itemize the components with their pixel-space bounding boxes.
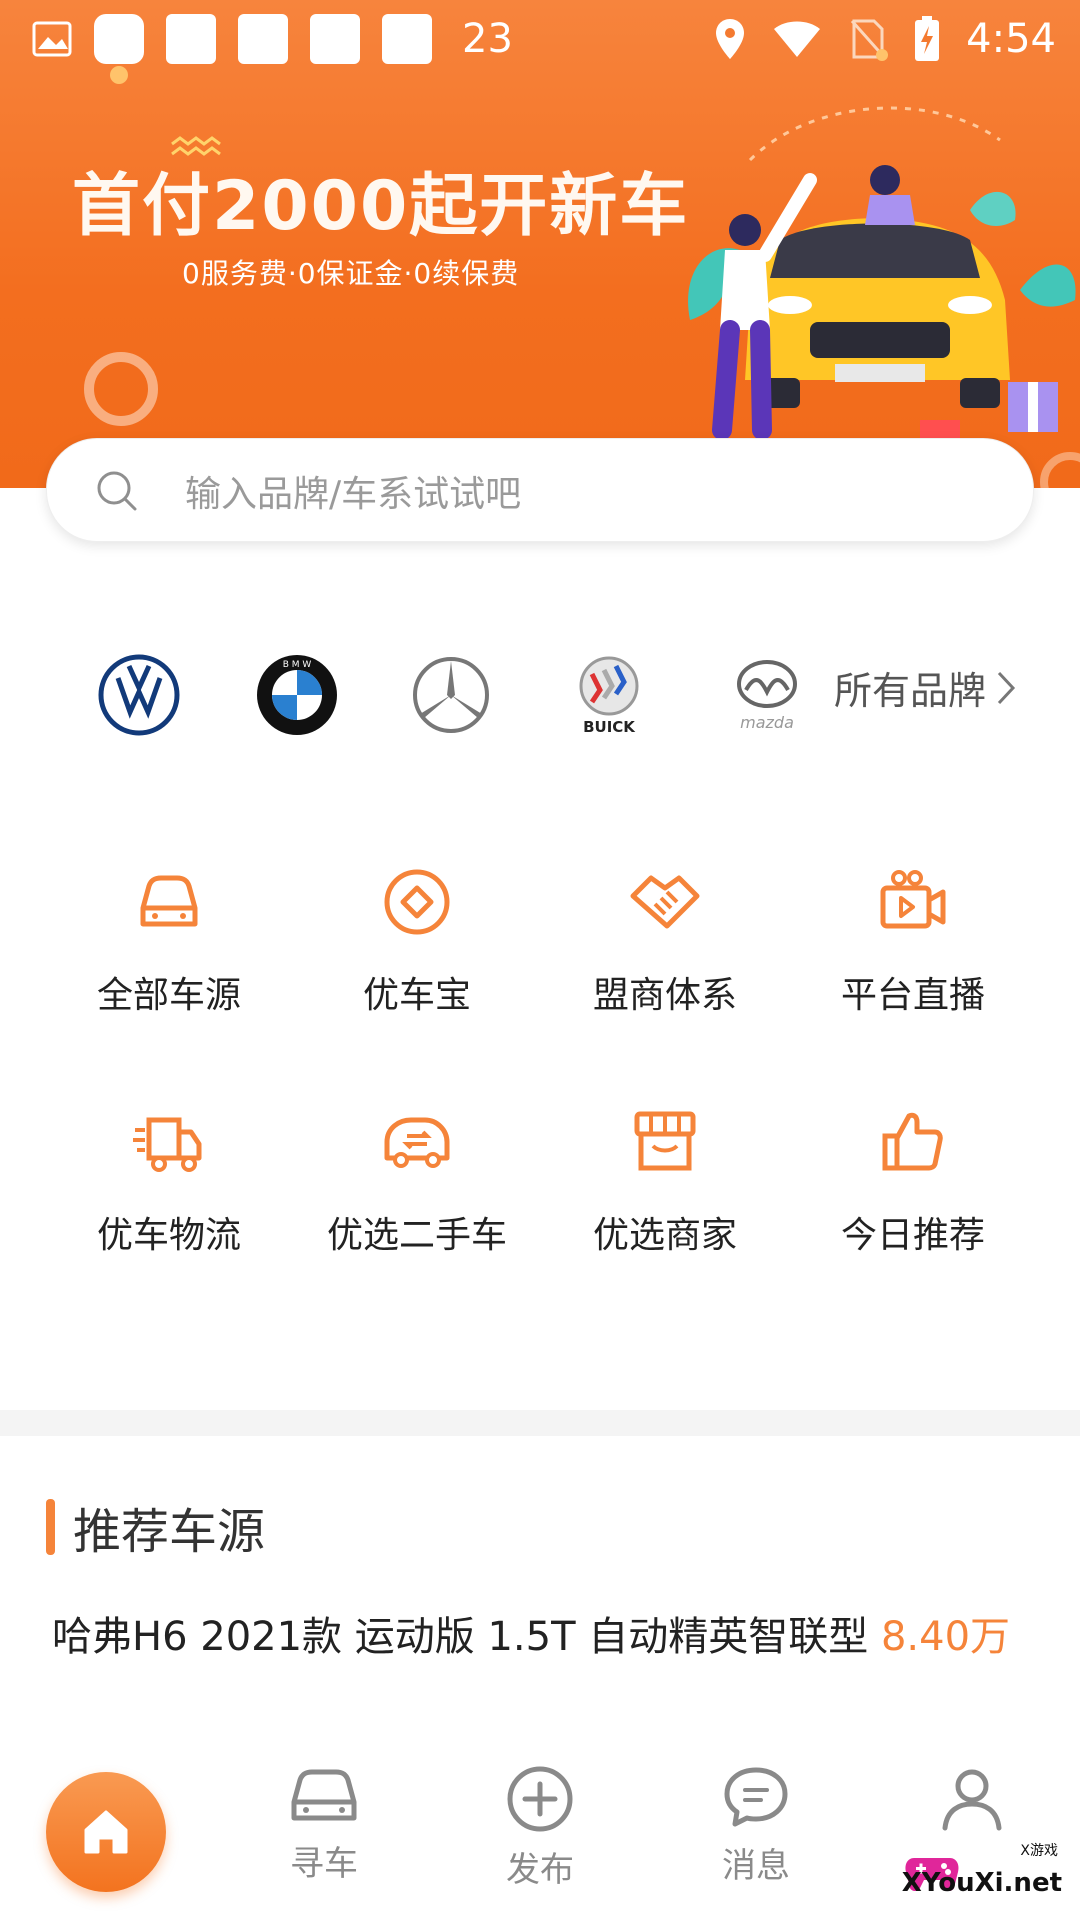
- gallery-icon: [32, 21, 72, 57]
- store-icon: [634, 1111, 696, 1171]
- brand-row: B M W BUICK mazda 所有品牌: [0, 640, 1080, 750]
- recommend-title: 推荐车源: [73, 1504, 266, 1560]
- car-price: 8.40万: [880, 1614, 1011, 1660]
- notification-icon: [94, 14, 144, 64]
- plus-circle-icon: [507, 1766, 573, 1832]
- nav-label: 寻车: [290, 1844, 358, 1884]
- handshake-icon: [630, 875, 700, 929]
- notification-icon: [166, 14, 216, 64]
- search-placeholder: 输入品牌/车系试试吧: [185, 474, 522, 515]
- feature-used-cars[interactable]: 优选二手车: [292, 1102, 542, 1272]
- home-icon: [84, 1810, 128, 1854]
- volkswagen-logo[interactable]: [96, 652, 182, 738]
- feature-label: 盟商体系: [592, 975, 737, 1016]
- location-icon: [716, 19, 745, 59]
- nav-profile[interactable]: [902, 1764, 1042, 1842]
- feature-label: 全部车源: [96, 975, 241, 1016]
- bottom-nav: 寻车 发布 消息 X游戏 XYouXi.net: [0, 1752, 1080, 1920]
- no-sim-icon: [851, 19, 889, 61]
- feature-today-recommend[interactable]: 今日推荐: [788, 1102, 1038, 1272]
- watermark-text: XYouXi.net: [901, 1868, 1062, 1898]
- feature-merchants[interactable]: 优选商家: [540, 1102, 790, 1272]
- chat-bubble-icon: [724, 1767, 788, 1827]
- section-accent-bar: [46, 1499, 55, 1555]
- car-icon: [291, 1769, 357, 1821]
- bmw-logo[interactable]: B M W: [254, 652, 340, 738]
- notification-icon: [310, 14, 360, 64]
- feature-logistics[interactable]: 优车物流: [44, 1102, 294, 1272]
- feature-label: 平台直播: [840, 975, 985, 1016]
- feature-all-cars[interactable]: 全部车源: [44, 862, 294, 1032]
- recommend-header: 推荐车源: [46, 1492, 265, 1562]
- status-indicators: 4:54: [714, 14, 1056, 64]
- chevron-right-icon: [997, 671, 1016, 704]
- nav-find-car[interactable]: 寻车: [254, 1764, 394, 1885]
- all-brands-link[interactable]: 所有品牌: [834, 660, 1016, 715]
- mercedes-logo[interactable]: [408, 652, 494, 738]
- notification-count: 23: [462, 16, 513, 62]
- feature-partner-system[interactable]: 盟商体系: [540, 862, 790, 1032]
- buick-logo[interactable]: BUICK: [566, 652, 652, 738]
- feature-label: 优选二手车: [326, 1215, 507, 1256]
- svg-text:B M W: B M W: [283, 660, 312, 670]
- notification-icon: [238, 14, 288, 64]
- search-icon: [97, 471, 137, 511]
- status-bar: 23 4:54: [0, 0, 1080, 78]
- decor-ring: [1040, 452, 1080, 488]
- section-divider: [0, 1410, 1080, 1436]
- all-brands-label: 所有品牌: [834, 669, 987, 713]
- car-illustration: [688, 106, 1076, 440]
- watermark: X游戏 XYouXi.net: [902, 1836, 1072, 1912]
- thumbs-up-icon: [882, 1112, 943, 1171]
- svg-text:BUICK: BUICK: [583, 718, 636, 736]
- nav-home-button[interactable]: [46, 1772, 166, 1892]
- feature-label: 优车宝: [362, 975, 471, 1016]
- mazda-logo[interactable]: mazda: [724, 652, 810, 738]
- clock-time: 4:54: [966, 16, 1056, 62]
- wifi-icon: [774, 21, 821, 57]
- feature-label: 今日推荐: [840, 1215, 985, 1256]
- truck-icon: [133, 1117, 202, 1172]
- car-title: 哈弗H6 2021款 运动版 1.5T 自动精英智联型: [52, 1614, 869, 1660]
- watermark-small: X游戏: [1020, 1843, 1058, 1859]
- recommend-car-item[interactable]: 哈弗H6 2021款 运动版 1.5T 自动精英智联型 8.40万: [52, 1610, 1042, 1664]
- status-notifications: 23: [32, 14, 513, 64]
- feature-live-stream[interactable]: 平台直播: [788, 862, 1038, 1032]
- promo-title: 首付2000起开新车: [72, 167, 690, 246]
- search-input[interactable]: 输入品牌/车系试试吧: [46, 438, 1034, 542]
- notification-icon: [382, 14, 432, 64]
- promo-subtitle: 0服务费·0保证金·0续保费: [182, 257, 520, 290]
- battery-charging-icon: [915, 16, 940, 61]
- video-camera-icon: [880, 870, 946, 929]
- promo-banner[interactable]: 23 4:54 首付2000起开新车 0服务费·0保证金·0续保费: [0, 0, 1080, 488]
- feature-label: 优车物流: [96, 1215, 241, 1256]
- used-car-icon: [384, 1117, 450, 1168]
- svg-text:mazda: mazda: [740, 713, 794, 732]
- nav-messages[interactable]: 消息: [686, 1764, 826, 1887]
- nav-label: 消息: [722, 1846, 790, 1886]
- nav-publish[interactable]: 发布: [470, 1764, 610, 1891]
- user-icon: [942, 1769, 1002, 1831]
- feature-car-treasure[interactable]: 优车宝: [292, 862, 542, 1032]
- car-icon: [140, 875, 198, 927]
- decor-ring: [84, 352, 158, 426]
- nav-label: 发布: [506, 1850, 574, 1890]
- feature-label: 优选商家: [592, 1215, 737, 1256]
- diamond-coin-icon: [384, 869, 450, 935]
- decor-dot: [110, 66, 128, 84]
